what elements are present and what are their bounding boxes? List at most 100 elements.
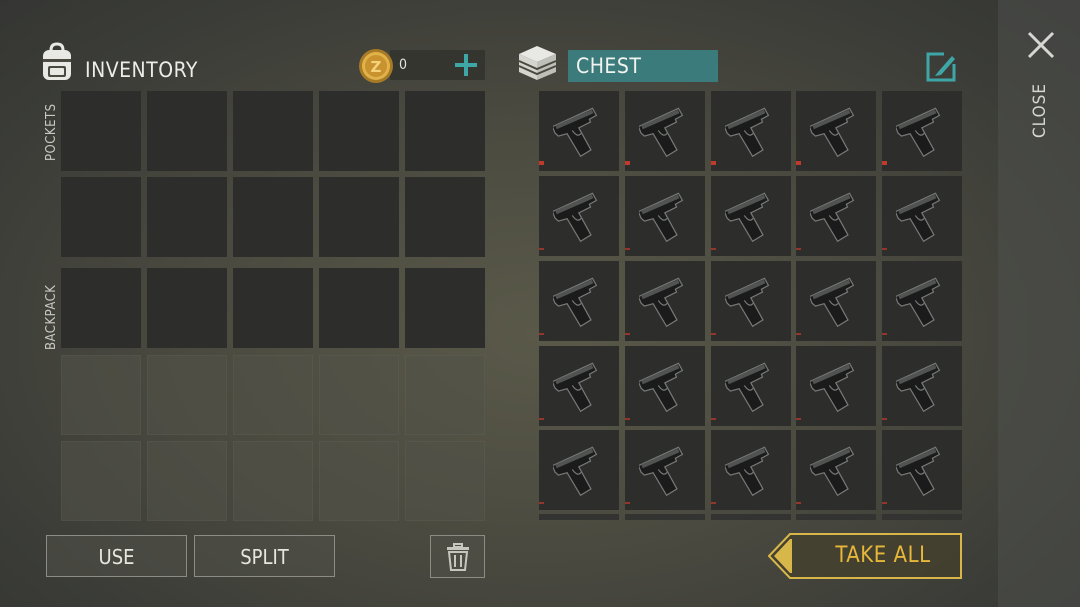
pistol-icon <box>896 277 941 328</box>
inventory-slot[interactable] <box>405 268 485 348</box>
pistol-icon <box>896 107 941 158</box>
chest-slot[interactable] <box>796 261 876 341</box>
damage-marker <box>539 418 544 420</box>
chest-slot[interactable] <box>625 346 705 426</box>
inventory-slot[interactable] <box>233 355 313 435</box>
take-all-button[interactable]: TAKE ALL <box>768 533 962 579</box>
chest-slot[interactable] <box>882 514 962 520</box>
pistol-icon <box>553 277 598 328</box>
pistol-icon <box>639 277 684 328</box>
inventory-slot[interactable] <box>147 177 227 257</box>
svg-text:Z: Z <box>371 58 382 76</box>
chest-slot[interactable] <box>625 430 705 510</box>
pistol-icon <box>725 362 770 413</box>
inventory-slot[interactable] <box>147 91 227 171</box>
trash-button[interactable] <box>430 535 485 578</box>
damage-marker <box>796 502 801 504</box>
inventory-slot[interactable] <box>233 177 313 257</box>
chest-slot[interactable] <box>882 346 962 426</box>
inventory-slot[interactable] <box>405 177 485 257</box>
damage-marker <box>882 248 887 250</box>
chest-slot[interactable] <box>711 261 791 341</box>
chest-slot[interactable] <box>882 91 962 171</box>
chest-name: CHEST <box>576 54 642 78</box>
inventory-slot[interactable] <box>61 441 141 521</box>
inventory-slot[interactable] <box>61 268 141 348</box>
inventory-slot[interactable] <box>147 355 227 435</box>
inventory-slot[interactable] <box>405 91 485 171</box>
pistol-icon <box>639 192 684 243</box>
inventory-slot[interactable] <box>405 355 485 435</box>
chest-slot[interactable] <box>796 176 876 256</box>
damage-marker <box>711 333 716 335</box>
chest-slot[interactable] <box>625 261 705 341</box>
chest-slot[interactable] <box>711 430 791 510</box>
chest-slot[interactable] <box>625 176 705 256</box>
inventory-slot[interactable] <box>319 91 399 171</box>
chest-slot[interactable] <box>539 514 619 520</box>
chest-slot[interactable] <box>625 91 705 171</box>
chest-slot[interactable] <box>539 176 619 256</box>
close-icon[interactable] <box>1027 31 1055 59</box>
inventory-slot[interactable] <box>61 91 141 171</box>
damage-marker <box>625 248 630 250</box>
pistol-icon <box>553 192 598 243</box>
damage-marker <box>711 161 716 165</box>
use-button[interactable]: USE <box>46 535 187 577</box>
chest-slot[interactable] <box>625 514 705 520</box>
inventory-slot[interactable] <box>405 441 485 521</box>
pistol-icon <box>553 107 598 158</box>
inventory-slot[interactable] <box>233 91 313 171</box>
chest-slot[interactable] <box>796 91 876 171</box>
inventory-slot[interactable] <box>147 268 227 348</box>
inventory-slot[interactable] <box>61 355 141 435</box>
inventory-slot[interactable] <box>147 441 227 521</box>
inventory-slot[interactable] <box>319 355 399 435</box>
pistol-icon <box>810 446 855 497</box>
damage-marker <box>796 333 801 335</box>
chest-slot[interactable] <box>882 261 962 341</box>
chest-slot[interactable] <box>711 346 791 426</box>
inventory-slot[interactable] <box>319 268 399 348</box>
pistol-icon <box>639 446 684 497</box>
close-label[interactable]: CLOSE <box>1030 83 1050 138</box>
chest-slot[interactable] <box>711 176 791 256</box>
chest-slot[interactable] <box>539 430 619 510</box>
add-coins-button[interactable] <box>452 50 480 80</box>
inventory-slot[interactable] <box>233 441 313 521</box>
backpack-icon <box>43 42 71 80</box>
split-button[interactable]: SPLIT <box>194 535 335 577</box>
chest-slot[interactable] <box>539 91 619 171</box>
damage-marker <box>625 161 630 165</box>
damage-marker <box>796 161 801 165</box>
trash-icon <box>447 543 469 571</box>
chest-slot[interactable] <box>711 514 791 520</box>
chest-slot[interactable] <box>796 514 876 520</box>
chest-slot[interactable] <box>539 261 619 341</box>
backpack-label: BACKPACK <box>44 284 59 350</box>
pistol-icon <box>810 192 855 243</box>
coin-icon: Z <box>359 49 393 83</box>
damage-marker <box>796 248 801 250</box>
pistol-icon <box>553 362 598 413</box>
chest-slot[interactable] <box>882 430 962 510</box>
damage-marker <box>711 502 716 504</box>
chest-slot[interactable] <box>882 176 962 256</box>
chest-slot[interactable] <box>796 346 876 426</box>
damage-marker <box>882 418 887 420</box>
pistol-icon <box>639 107 684 158</box>
chest-slot[interactable] <box>796 430 876 510</box>
pistol-icon <box>810 107 855 158</box>
inventory-slot[interactable] <box>233 268 313 348</box>
inventory-slot[interactable] <box>319 441 399 521</box>
chest-slot[interactable] <box>711 91 791 171</box>
inventory-slot[interactable] <box>61 177 141 257</box>
inventory-slot[interactable] <box>319 177 399 257</box>
pistol-icon <box>896 192 941 243</box>
chest-slot[interactable] <box>539 346 619 426</box>
damage-marker <box>539 333 544 335</box>
inventory-title: INVENTORY <box>85 58 198 82</box>
pistol-icon <box>810 362 855 413</box>
edit-icon[interactable] <box>924 50 958 84</box>
damage-marker <box>539 248 544 250</box>
